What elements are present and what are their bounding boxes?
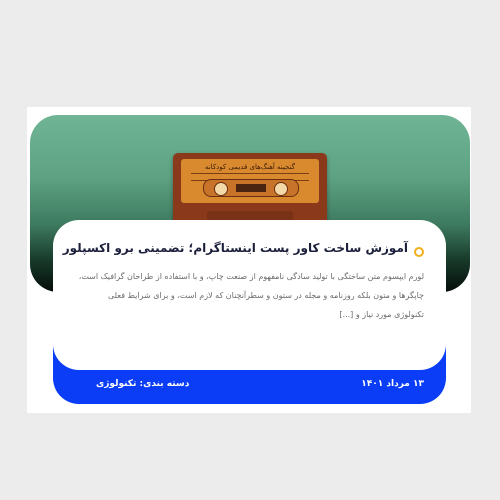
tape-strip <box>236 184 266 192</box>
cassette-image: گنجینه آهنگ‌های قدیمی کودکانه <box>173 153 327 229</box>
post-excerpt: لورم ایپسوم متن ساختگی با تولید سادگی نا… <box>78 272 424 319</box>
cassette-window <box>203 179 299 197</box>
post-category[interactable]: دسته بندی: تکنولوژی <box>96 379 189 389</box>
bullet-circle-icon <box>414 247 424 257</box>
post-title[interactable]: آموزش ساخت کاور پست اینستاگرام؛ تضمینی ب… <box>63 241 408 255</box>
label-line <box>191 173 309 174</box>
cassette-title: گنجینه آهنگ‌های قدیمی کودکانه <box>204 163 295 171</box>
post-date: ۱۳ مرداد ۱۴۰۱ <box>361 379 424 389</box>
post-card: آموزش ساخت کاور پست اینستاگرام؛ تضمینی ب… <box>53 220 446 370</box>
left-reel-icon <box>214 182 228 196</box>
right-reel-icon <box>274 182 288 196</box>
